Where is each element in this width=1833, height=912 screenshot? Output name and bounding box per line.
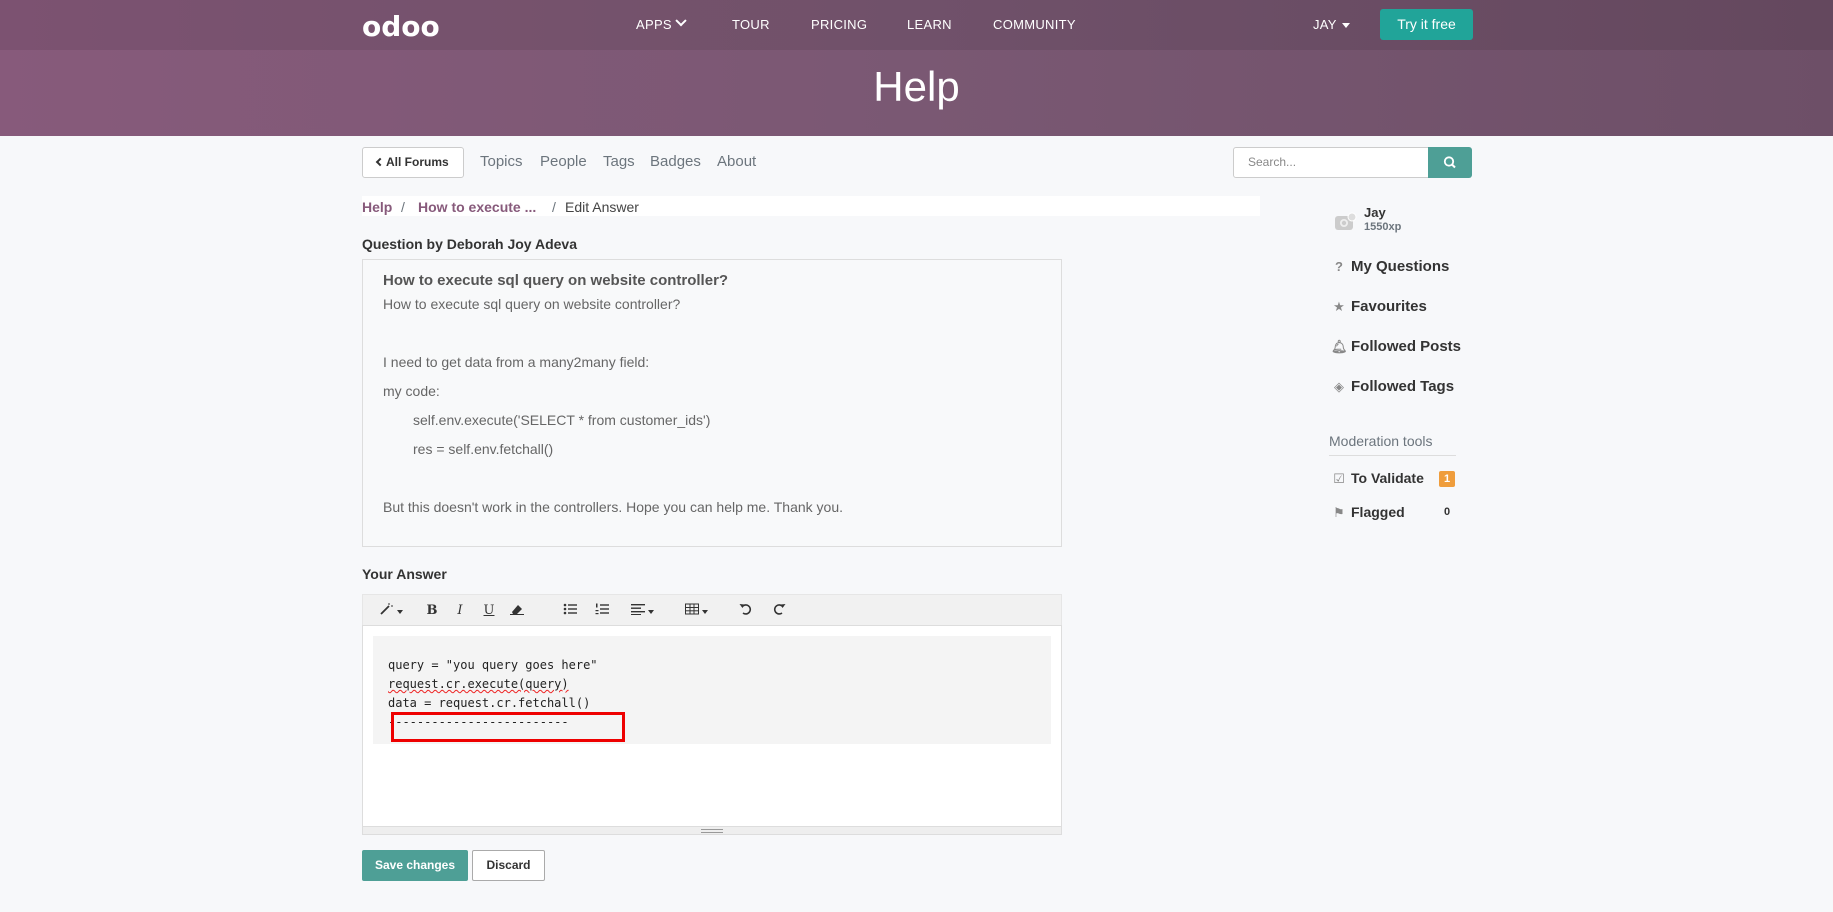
tab-people[interactable]: People <box>540 153 587 170</box>
breadcrumb-separator: / <box>552 199 556 215</box>
grip-icon <box>701 829 723 833</box>
tags-icon: ◈ <box>1334 379 1344 394</box>
sidebar-item-followed-posts[interactable]: 🔔︎ Followed Posts <box>1331 338 1461 355</box>
sidebar-item-label: Favourites <box>1351 298 1427 315</box>
wand-svg <box>379 603 393 615</box>
code-line: data = request.cr.fetchall() <box>388 696 591 710</box>
question-author-heading: Question by Deborah Joy Adeva <box>362 236 577 252</box>
save-changes-button[interactable]: Save changes <box>362 850 468 881</box>
undo-icon[interactable] <box>736 601 754 621</box>
sidebar-item-flagged[interactable]: ⚑ Flagged <box>1331 504 1405 521</box>
caret-down-icon <box>701 609 708 614</box>
page-title: Help <box>873 63 960 110</box>
eraser-svg <box>510 605 524 615</box>
question-title: How to execute sql query on website cont… <box>383 272 729 289</box>
editor-resize-handle[interactable] <box>363 826 1061 834</box>
caret-down-icon <box>396 609 403 614</box>
sidebar-item-label: Followed Tags <box>1351 378 1455 395</box>
breadcrumb-question[interactable]: How to execute ... <box>418 199 536 215</box>
chevron-left-icon <box>375 157 385 167</box>
question-circle-icon: ? <box>1335 259 1343 274</box>
table-icon[interactable] <box>681 601 711 621</box>
nav-apps-label: APPS <box>636 17 672 32</box>
sidebar-item-to-validate[interactable]: ☑ To Validate <box>1331 470 1424 487</box>
question-text: But this doesn't work in the controllers… <box>383 499 843 515</box>
user-menu-label: JAY <box>1313 17 1337 32</box>
bold-icon[interactable]: B <box>423 601 441 621</box>
user-name[interactable]: Jay <box>1364 205 1386 220</box>
tab-topics[interactable]: Topics <box>480 153 523 170</box>
question-code: res = self.env.fetchall() <box>413 441 554 457</box>
nav-pricing[interactable]: PRICING <box>811 17 867 32</box>
nav-community[interactable]: COMMUNITY <box>993 17 1076 32</box>
to-validate-count-badge: 1 <box>1439 471 1455 487</box>
bullet-list-icon[interactable] <box>561 601 579 621</box>
question-text: my code: <box>383 383 440 399</box>
caret-down-icon <box>647 609 654 614</box>
editor-toolbar: B I U <box>362 594 1062 625</box>
moderation-title: Moderation tools <box>1329 433 1456 456</box>
answer-editor[interactable]: query = "you query goes here" request.cr… <box>362 625 1062 835</box>
caret-down-icon <box>1341 23 1350 29</box>
sidebar-item-label: To Validate <box>1351 470 1424 486</box>
flag-icon: ⚑ <box>1333 505 1345 520</box>
align-svg <box>630 604 645 615</box>
all-forums-label: All Forums <box>386 155 449 169</box>
nav-learn[interactable]: LEARN <box>907 17 952 32</box>
highlight-annotation <box>391 712 625 742</box>
code-block[interactable]: query = "you query goes here" request.cr… <box>373 636 1051 744</box>
question-text: How to execute sql query on website cont… <box>383 296 681 312</box>
star-icon: ★ <box>1333 299 1345 314</box>
user-xp: 1550xp <box>1364 221 1402 233</box>
redo-icon[interactable] <box>770 601 788 621</box>
flagged-count: 0 <box>1444 506 1451 518</box>
align-icon[interactable] <box>627 601 657 621</box>
code-line: query = "you query goes here" <box>388 658 598 672</box>
nav-apps[interactable]: APPS <box>636 15 687 32</box>
question-text: I need to get data from a many2many fiel… <box>383 354 650 370</box>
sidebar-item-label: Flagged <box>1351 504 1405 520</box>
answer-heading: Your Answer <box>362 566 447 582</box>
breadcrumb-help[interactable]: Help <box>362 199 392 215</box>
eraser-icon[interactable] <box>508 601 526 621</box>
header-banner: odoo APPS TOUR PRICING LEARN COMMUNITY J… <box>0 0 1833 136</box>
ul-svg <box>563 603 577 615</box>
check-square-icon: ☑ <box>1333 471 1345 486</box>
search-icon <box>1443 156 1456 169</box>
sidebar-item-followed-tags[interactable]: ◈ Followed Tags <box>1331 378 1454 395</box>
odoo-logo[interactable]: odoo <box>362 10 440 43</box>
sidebar-item-my-questions[interactable]: ? My Questions <box>1331 258 1449 275</box>
tab-tags[interactable]: Tags <box>603 153 635 170</box>
all-forums-button[interactable]: All Forums <box>362 147 464 178</box>
underline-icon[interactable]: U <box>480 601 498 621</box>
breadcrumb-separator: / <box>401 199 405 215</box>
user-menu[interactable]: JAY <box>1313 17 1350 32</box>
code-line: request.cr.execute(query) <box>388 677 569 691</box>
undo-svg <box>739 604 751 615</box>
search-button[interactable] <box>1428 147 1472 178</box>
avatar[interactable] <box>1333 210 1357 234</box>
question-code: self.env.execute('SELECT * from customer… <box>413 412 711 428</box>
search-input[interactable]: Search... <box>1233 147 1429 178</box>
nav-tour[interactable]: TOUR <box>732 17 770 32</box>
bell-icon: 🔔︎ <box>1331 339 1348 354</box>
try-it-free-button[interactable]: Try it free <box>1380 9 1473 40</box>
sidebar-item-label: My Questions <box>1351 258 1450 275</box>
italic-icon[interactable]: I <box>451 601 469 621</box>
discard-button[interactable]: Discard <box>472 850 545 881</box>
magic-wand-icon[interactable] <box>377 601 405 621</box>
table-svg <box>684 603 699 615</box>
tab-badges[interactable]: Badges <box>650 153 701 170</box>
numbered-list-icon[interactable] <box>593 601 611 621</box>
question-box: How to execute sql query on website cont… <box>362 259 1062 547</box>
breadcrumb-current: Edit Answer <box>565 199 639 215</box>
redo-svg <box>773 604 785 615</box>
sidebar-item-favourites[interactable]: ★ Favourites <box>1331 298 1427 315</box>
chevron-down-icon <box>675 15 687 27</box>
sidebar-item-label: Followed Posts <box>1351 338 1462 355</box>
tab-about[interactable]: About <box>717 153 756 170</box>
ol-svg <box>595 603 609 615</box>
